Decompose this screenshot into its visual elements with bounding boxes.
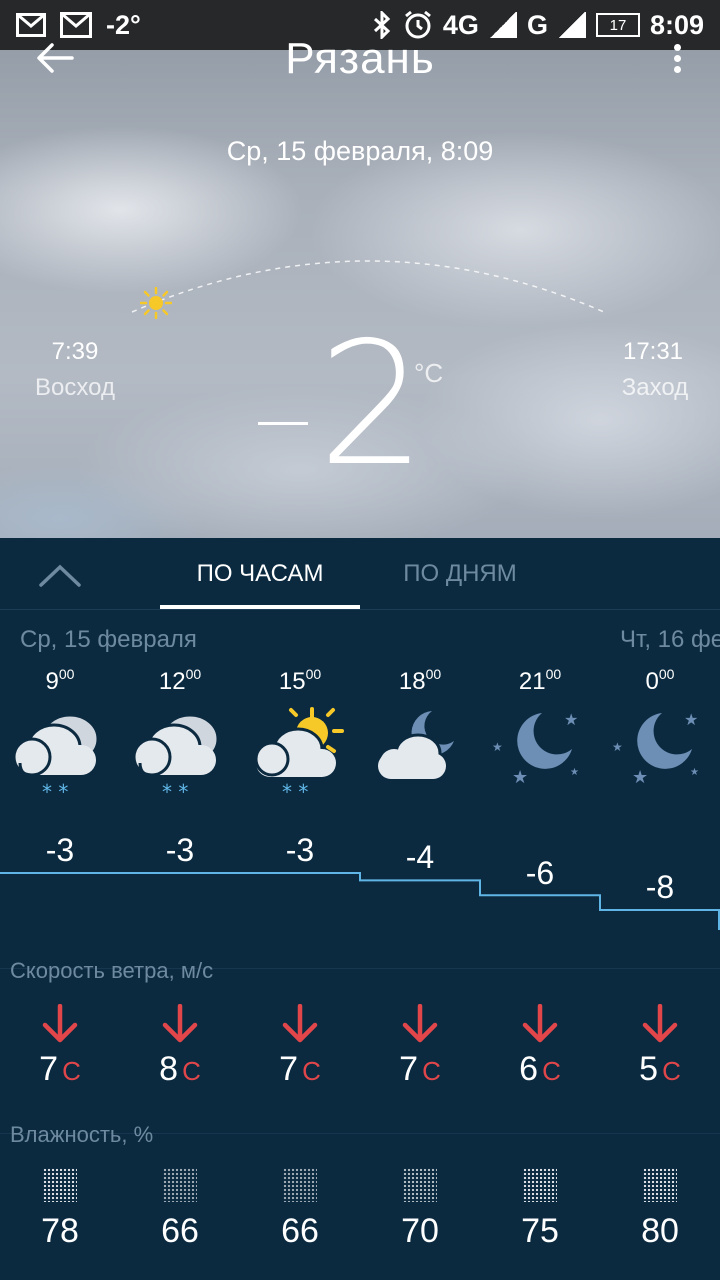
partly-sunny-snow-icon: * * [254,707,344,804]
hour-label: 1800 [398,666,442,695]
temperature-value: 2 [318,306,427,504]
svg-text:★: ★ [612,740,623,754]
sunrise-label: Восход [35,374,115,401]
svg-text:★: ★ [492,740,503,754]
humidity-icon [523,1168,557,1202]
humidity-icon [163,1168,197,1202]
temperature-step-line [0,872,720,930]
svg-text:★: ★ [564,710,578,729]
wind-section-title: Скорость ветра, м/с [10,958,214,983]
tab-daily[interactable]: ПО ДНЯМ [360,560,560,588]
wind-speed: 7С [39,1050,81,1088]
svg-text:* *: * * [162,780,188,804]
wind-speed: 5С [639,1050,681,1088]
svg-text:* *: * * [282,780,308,804]
humidity-value: 66 [281,1212,319,1250]
humidity-icon [283,1168,317,1202]
wind-direction-arrow-icon [402,1004,438,1043]
wind-direction-label: С [182,1056,201,1086]
humidity-icon [403,1168,437,1202]
wind-direction-arrow-icon [42,1004,78,1043]
svg-text:* *: * * [42,780,68,804]
wind-direction-arrow-icon [282,1004,318,1043]
day-label-tomorrow: Чт, 16 фе [620,626,720,653]
tab-hourly[interactable]: ПО ЧАСАМ [160,560,360,588]
humidity-value: 75 [521,1212,559,1250]
wind-speed: 6С [519,1050,561,1088]
temperature-unit: °C [414,358,444,388]
svg-text:★: ★ [632,767,648,788]
humidity-icon [643,1168,677,1202]
sunset-label: Заход [621,374,689,401]
wind-direction-label: С [62,1056,81,1086]
wind-direction-label: С [542,1056,561,1086]
hour-label: 000 [645,666,675,695]
hour-label: 1200 [158,666,202,695]
hour-label: 2100 [518,666,562,695]
svg-text:★: ★ [570,767,579,778]
sunset-time: 17:31 [622,338,684,365]
humidity-value: 70 [401,1212,439,1250]
svg-text:★: ★ [684,710,698,729]
forecast-tabs: ПО ЧАСАМ ПО ДНЯМ [0,538,720,610]
wind-speed: 7С [279,1050,321,1088]
day-label-today: Ср, 15 февраля [20,626,197,653]
clear-night-icon: ★ ★ ★ ★ [612,710,699,788]
cloudy-snow-icon: * * [12,713,100,804]
hour-label: 1500 [278,666,322,695]
chevron-up-icon[interactable] [38,562,82,588]
svg-text:★: ★ [512,767,528,788]
hour-label: 900 [45,666,75,695]
active-tab-indicator [160,605,360,609]
wind-direction-arrow-icon [522,1004,558,1043]
humidity-icon [43,1168,77,1202]
wind-direction-label: С [662,1056,681,1086]
sun-path-arc [131,260,605,313]
minus-sign [258,422,308,425]
sun-position-icon [140,287,172,319]
cloudy-snow-icon: * * [132,713,220,804]
humidity-section-title: Влажность, % [10,1122,154,1147]
svg-text:★: ★ [690,767,699,778]
humidity-value: 66 [161,1212,199,1250]
temperature-line-path [0,872,720,930]
sunrise-time: 7:39 [51,338,99,365]
wind-speed: 8С [159,1050,201,1088]
wind-direction-label: С [422,1056,441,1086]
clear-night-icon: ★ ★ ★ ★ [492,710,579,788]
wind-direction-label: С [302,1056,321,1086]
wind-direction-arrow-icon [162,1004,198,1043]
humidity-value: 80 [641,1212,679,1250]
humidity-value: 78 [41,1212,79,1250]
wind-speed: 7С [399,1050,441,1088]
cloudy-night-icon [378,711,454,779]
wind-direction-arrow-icon [642,1004,678,1043]
